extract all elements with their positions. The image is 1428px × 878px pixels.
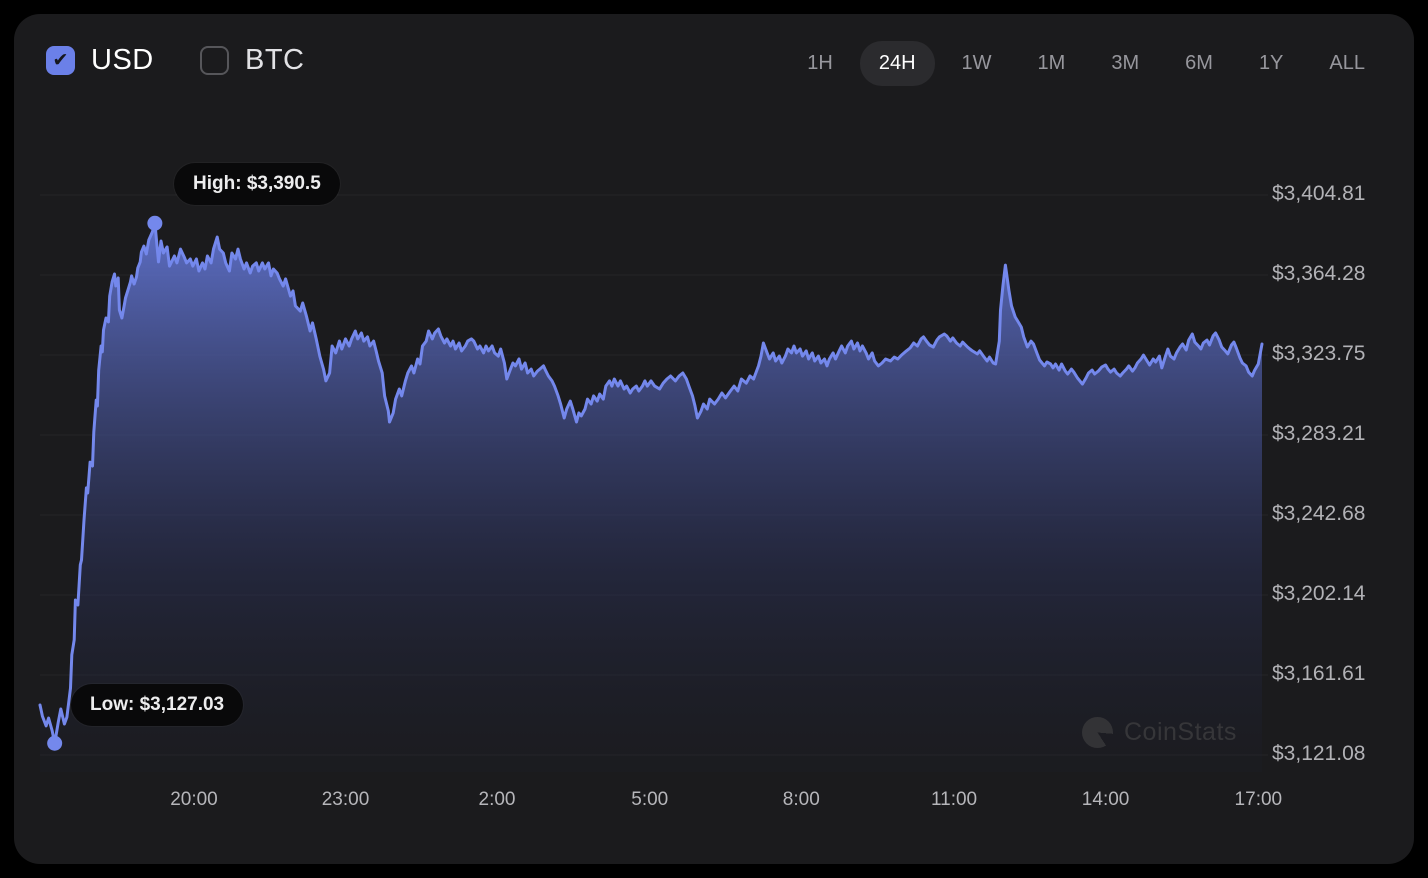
x-axis-label: 17:00 (1235, 789, 1283, 811)
usd-currency-toggle[interactable]: ✔ USD (46, 44, 154, 77)
y-axis-label: $3,121.08 (1272, 742, 1412, 766)
range-button-6m[interactable]: 6M (1166, 41, 1232, 86)
y-axis-label: $3,283.21 (1272, 422, 1412, 446)
y-axis-label: $3,404.81 (1272, 182, 1412, 206)
time-range-selector: 1H24H1W1M3M6M1YALL (788, 41, 1384, 86)
x-axis-label: 20:00 (170, 789, 218, 811)
range-button-1y[interactable]: 1Y (1240, 41, 1302, 86)
y-axis-label: $3,202.14 (1272, 582, 1412, 606)
range-button-3m[interactable]: 3M (1092, 41, 1158, 86)
x-axis-label: 8:00 (783, 789, 820, 811)
y-axis-label: $3,364.28 (1272, 262, 1412, 286)
usd-checkbox[interactable]: ✔ (46, 46, 75, 75)
x-axis-label: 2:00 (479, 789, 516, 811)
btc-label: BTC (245, 44, 305, 77)
range-button-1w[interactable]: 1W (943, 41, 1011, 86)
x-axis-label: 11:00 (931, 789, 977, 811)
watermark-label: CoinStats (1124, 718, 1237, 747)
low-price-badge: Low: $3,127.03 (71, 684, 243, 726)
y-axis-label: $3,323.75 (1272, 342, 1412, 366)
x-axis-label: 23:00 (322, 789, 370, 811)
x-axis-label: 5:00 (631, 789, 668, 811)
y-axis-label: $3,161.61 (1272, 662, 1412, 686)
x-axis-label: 14:00 (1082, 789, 1130, 811)
range-button-24h[interactable]: 24H (860, 41, 935, 86)
watermark: CoinStats (1082, 717, 1237, 748)
range-button-1h[interactable]: 1H (788, 41, 852, 86)
coinstats-logo-icon (1082, 717, 1113, 748)
price-chart-page: { "header": { "usd_toggle": {"label": "U… (0, 0, 1428, 878)
high-price-badge: High: $3,390.5 (174, 163, 340, 205)
btc-currency-toggle[interactable]: BTC (200, 44, 305, 77)
btc-checkbox[interactable] (200, 46, 229, 75)
checkmark-icon: ✔ (53, 51, 69, 70)
range-button-1m[interactable]: 1M (1019, 41, 1085, 86)
range-button-all[interactable]: ALL (1310, 41, 1384, 86)
y-axis-label: $3,242.68 (1272, 502, 1412, 526)
usd-label: USD (91, 44, 154, 77)
